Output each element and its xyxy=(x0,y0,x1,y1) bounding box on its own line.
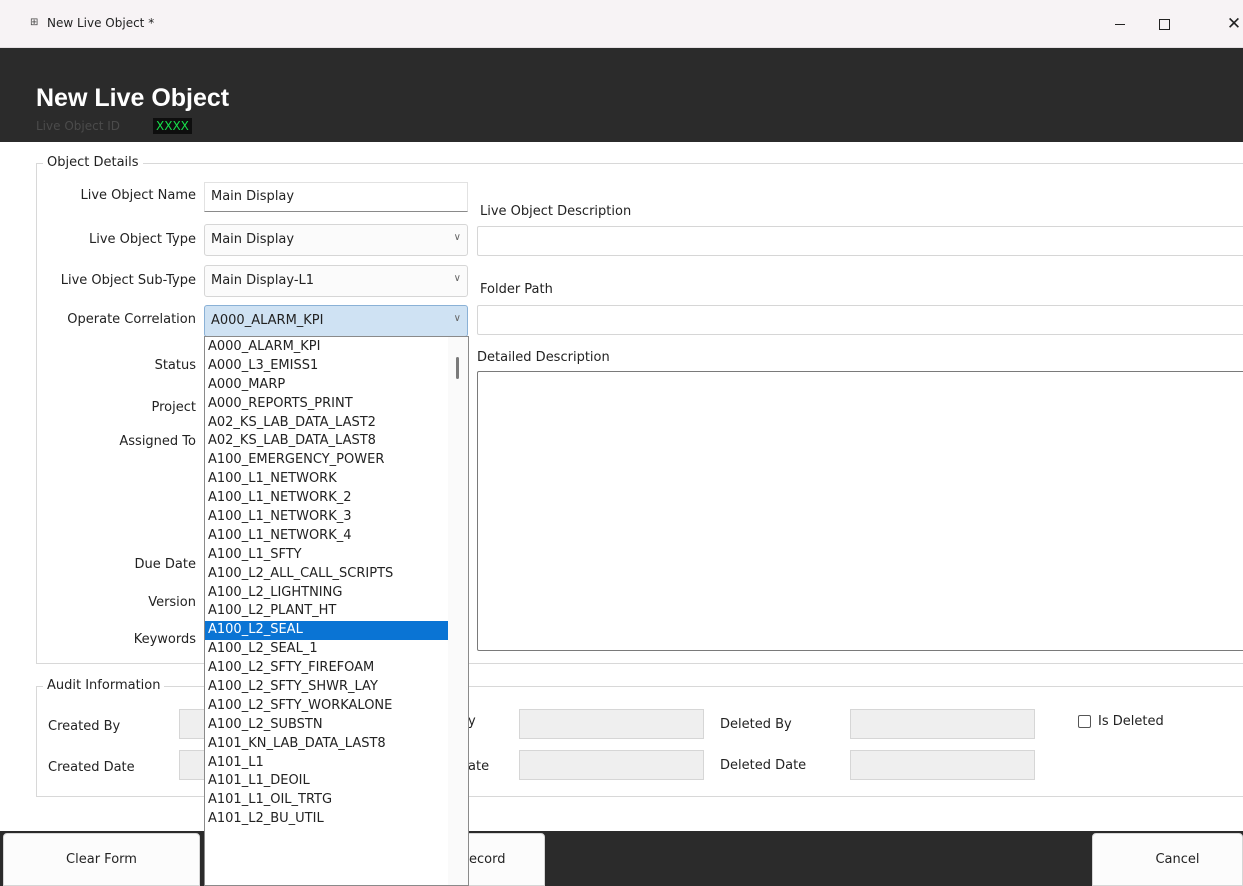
operate-correlation-label: Operate Correlation xyxy=(67,312,196,327)
live-object-subtype-select[interactable]: Main Display-L1 ∨ xyxy=(204,265,468,297)
project-label: Project xyxy=(151,400,196,415)
created-date-label: Created Date xyxy=(48,760,135,775)
app-grid-icon: ⊞ xyxy=(30,17,39,28)
clear-form-button[interactable]: Clear Form xyxy=(3,833,200,886)
maximize-button[interactable] xyxy=(1144,8,1184,40)
title-bar: ⊞ New Live Object * ✕ xyxy=(0,0,1243,48)
close-button[interactable]: ✕ xyxy=(1214,8,1243,40)
assigned-to-label: Assigned To xyxy=(119,434,196,449)
dropdown-item[interactable]: A100_L2_SFTY_WORKALONE xyxy=(205,697,448,716)
dropdown-item[interactable]: A000_ALARM_KPI xyxy=(205,338,448,357)
dropdown-item[interactable]: A100_L2_SUBSTN xyxy=(205,716,448,735)
is-deleted-checkbox[interactable] xyxy=(1078,715,1091,728)
dropdown-item[interactable]: A100_L1_NETWORK_2 xyxy=(205,489,448,508)
dropdown-item[interactable]: A000_REPORTS_PRINT xyxy=(205,395,448,414)
object-details-legend: Object Details xyxy=(43,155,143,170)
live-object-type-value: Main Display xyxy=(211,232,295,247)
dropdown-item[interactable]: A101_L2_BU_UTIL xyxy=(205,810,448,829)
dropdown-item[interactable]: A100_L1_NETWORK_3 xyxy=(205,508,448,527)
maximize-icon xyxy=(1158,18,1170,30)
dropdown-item-list: A000_ALARM_KPI A000_L3_EMISS1 A000_MARP A00… xyxy=(205,337,468,829)
operate-correlation-dropdown[interactable]: A000_ALARM_KPI A000_L3_EMISS1 A000_MARP A00… xyxy=(204,336,469,886)
dropdown-scrollbar[interactable] xyxy=(448,337,468,885)
dropdown-item[interactable]: A02_KS_LAB_DATA_LAST8 xyxy=(205,432,448,451)
dropdown-item[interactable]: A100_L1_NETWORK_4 xyxy=(205,527,448,546)
dropdown-item[interactable]: A100_L2_ALL_CALL_SCRIPTS xyxy=(205,565,448,584)
form-header: New Live Object Live Object ID XXXX xyxy=(0,48,1243,142)
due-date-label: Due Date xyxy=(134,557,196,572)
dropdown-item[interactable]: A100_L2_PLANT_HT xyxy=(205,602,448,621)
live-object-description-label: Live Object Description xyxy=(480,204,632,219)
version-label: Version xyxy=(148,595,196,610)
live-object-name-input[interactable]: Main Display xyxy=(204,182,468,212)
dropdown-item[interactable]: A100_L2_SEAL_1 xyxy=(205,640,448,659)
minimize-button[interactable] xyxy=(1100,8,1140,40)
deleted-by-field xyxy=(850,709,1035,739)
dropdown-item[interactable]: A100_L2_LIGHTNING xyxy=(205,584,448,603)
object-id-label: Live Object ID xyxy=(36,119,120,133)
object-id-value: XXXX xyxy=(153,118,192,134)
cancel-button[interactable]: Cancel xyxy=(1092,833,1243,886)
deleted-date-field xyxy=(850,750,1035,780)
chevron-down-icon: ∨ xyxy=(453,232,461,243)
live-object-subtype-label: Live Object Sub-Type xyxy=(60,273,196,288)
is-deleted-label: Is Deleted xyxy=(1098,714,1164,729)
live-object-type-label: Live Object Type xyxy=(88,232,196,247)
dropdown-item[interactable]: A100_L2_SFTY_FIREFOAM xyxy=(205,659,448,678)
live-object-subtype-value: Main Display-L1 xyxy=(211,273,315,288)
dropdown-item[interactable]: A101_L1_DEOIL xyxy=(205,772,448,791)
modified-by-field xyxy=(519,709,704,739)
operate-correlation-value: A000_ALARM_KPI xyxy=(211,313,324,328)
detailed-description-label: Detailed Description xyxy=(477,350,610,365)
dropdown-item[interactable]: A100_L2_SFTY_SHWR_LAY xyxy=(205,678,448,697)
minimize-icon xyxy=(1115,23,1125,25)
detailed-description-textarea[interactable] xyxy=(477,371,1243,651)
window-title: New Live Object * xyxy=(47,16,155,30)
folder-path-label: Folder Path xyxy=(480,282,553,297)
folder-path-input[interactable] xyxy=(477,305,1243,335)
operate-correlation-select[interactable]: A000_ALARM_KPI ∨ xyxy=(204,305,468,337)
dropdown-item[interactable]: A000_L3_EMISS1 xyxy=(205,357,448,376)
dropdown-item[interactable]: A100_L1_SFTY xyxy=(205,546,448,565)
dropdown-item[interactable]: A101_KN_LAB_DATA_LAST8 xyxy=(205,735,448,754)
status-label: Status xyxy=(154,358,196,373)
deleted-by-label: Deleted By xyxy=(720,717,792,732)
keywords-label: Keywords xyxy=(133,632,196,647)
modified-by-label: y xyxy=(468,714,476,729)
chevron-down-icon: ∨ xyxy=(453,273,461,284)
created-by-label: Created By xyxy=(48,719,121,734)
save-record-label: ecord xyxy=(469,852,506,867)
modified-date-label: ate xyxy=(468,759,490,774)
dropdown-item[interactable]: A000_MARP xyxy=(205,376,448,395)
chevron-down-icon: ∨ xyxy=(453,313,461,324)
live-object-description-input[interactable] xyxy=(477,226,1243,256)
live-object-type-select[interactable]: Main Display ∨ xyxy=(204,224,468,256)
modified-date-field xyxy=(519,750,704,780)
dropdown-item[interactable]: A101_L1_OIL_TRTG xyxy=(205,791,448,810)
page-title: New Live Object xyxy=(36,84,230,112)
scrollbar-thumb[interactable] xyxy=(456,357,459,379)
live-object-name-label: Live Object Name xyxy=(80,188,196,203)
dropdown-item[interactable]: A101_L1 xyxy=(205,754,448,773)
dropdown-item[interactable]: A100_L2_SEAL xyxy=(205,621,448,641)
audit-information-legend: Audit Information xyxy=(43,678,165,693)
dropdown-item[interactable]: A100_EMERGENCY_POWER xyxy=(205,451,448,470)
close-icon: ✕ xyxy=(1226,14,1242,34)
dropdown-item[interactable]: A02_KS_LAB_DATA_LAST2 xyxy=(205,414,448,433)
dropdown-item[interactable]: A100_L1_NETWORK xyxy=(205,470,448,489)
deleted-date-label: Deleted Date xyxy=(720,758,807,773)
